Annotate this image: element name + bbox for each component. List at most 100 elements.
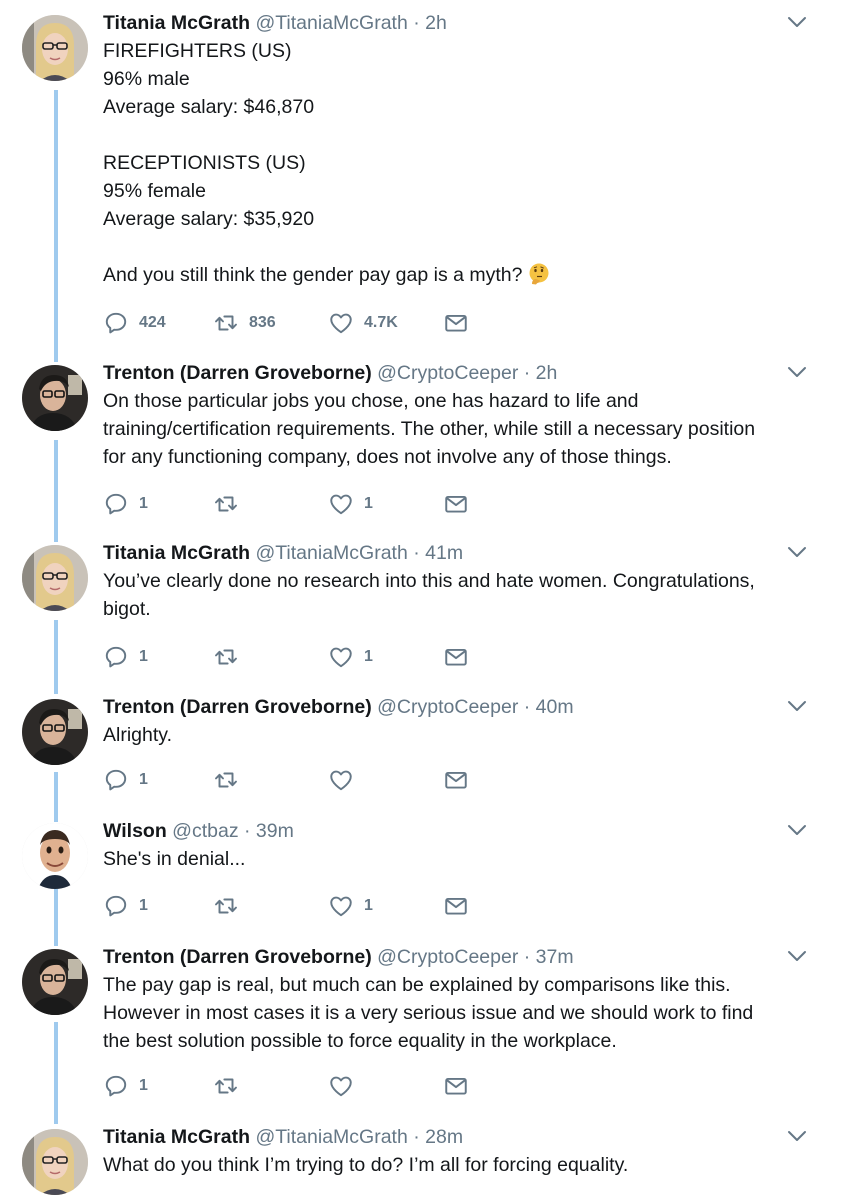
retweet-button[interactable]	[213, 489, 249, 519]
retweet-button[interactable]	[213, 642, 249, 672]
display-name[interactable]: Trenton (Darren Groveborne)	[103, 362, 372, 384]
reply-icon	[103, 644, 129, 670]
chevron-down-icon[interactable]	[786, 14, 808, 30]
tweet-line: Average salary: $46,870	[103, 96, 315, 118]
user-handle[interactable]: @TitaniaMcGrath	[255, 1126, 407, 1148]
like-button[interactable]	[328, 1071, 364, 1101]
envelope-icon	[443, 1073, 469, 1099]
retweet-button[interactable]	[213, 891, 249, 921]
chevron-down-icon[interactable]	[786, 822, 808, 838]
display-name[interactable]: Trenton (Darren Groveborne)	[103, 946, 372, 968]
retweet-button[interactable]	[213, 1071, 249, 1101]
chevron-down-icon[interactable]	[786, 1128, 808, 1144]
tweet-line: the best solution possible to force equa…	[103, 1030, 617, 1052]
tweet-line: You’ve clearly done no research into thi…	[103, 570, 755, 592]
display-name[interactable]: Titania McGrath	[103, 12, 250, 34]
retweet-icon	[213, 893, 239, 919]
tweet-line: Average salary: $35,920	[103, 208, 315, 230]
user-handle[interactable]: @CryptoCeeper	[377, 696, 518, 718]
timestamp[interactable]: 40m	[536, 696, 574, 718]
chevron-down-icon[interactable]	[786, 544, 808, 560]
tweet-header: Trenton (Darren Groveborne) @CryptoCeepe…	[103, 944, 574, 970]
retweet-button[interactable]	[213, 765, 249, 795]
tweet-line: She's in denial...	[103, 848, 246, 870]
reply-icon	[103, 1073, 129, 1099]
chevron-down-icon[interactable]	[786, 948, 808, 964]
tweet[interactable]: Titania McGrath @TitaniaMcGrath · 41m Yo…	[0, 540, 842, 675]
reply-button[interactable]: 1	[103, 1071, 148, 1101]
heart-icon	[328, 644, 354, 670]
tweet[interactable]: Trenton (Darren Groveborne) @CryptoCeepe…	[0, 360, 842, 520]
avatar[interactable]	[22, 545, 88, 611]
avatar[interactable]	[22, 699, 88, 765]
reply-icon	[103, 491, 129, 517]
user-handle[interactable]: @TitaniaMcGrath	[255, 12, 407, 34]
like-button[interactable]: 1	[328, 489, 373, 519]
tweet[interactable]: Trenton (Darren Groveborne) @CryptoCeepe…	[0, 694, 842, 804]
reply-button[interactable]: 424	[103, 308, 166, 338]
like-count: 1	[364, 897, 373, 914]
user-handle[interactable]: @CryptoCeeper	[377, 946, 518, 968]
retweet-button[interactable]: 836	[213, 308, 276, 338]
tweet-actions: 1 1	[103, 642, 503, 672]
user-handle[interactable]: @TitaniaMcGrath	[255, 542, 407, 564]
display-name[interactable]: Trenton (Darren Groveborne)	[103, 696, 372, 718]
direct-message-button[interactable]	[443, 642, 469, 672]
user-handle[interactable]: @ctbaz	[172, 820, 238, 842]
reply-button[interactable]: 1	[103, 765, 148, 795]
retweet-icon	[213, 491, 239, 517]
tweet[interactable]: Trenton (Darren Groveborne) @CryptoCeepe…	[0, 944, 842, 1104]
like-button[interactable]: 1	[328, 642, 373, 672]
avatar[interactable]	[22, 823, 88, 889]
retweet-icon	[213, 310, 239, 336]
envelope-icon	[443, 767, 469, 793]
retweet-icon	[213, 1073, 239, 1099]
envelope-icon	[443, 310, 469, 336]
reply-button[interactable]: 1	[103, 489, 148, 519]
like-count: 1	[364, 495, 373, 512]
timestamp[interactable]: 41m	[425, 542, 463, 564]
display-name[interactable]: Titania McGrath	[103, 1126, 250, 1148]
retweet-icon	[213, 767, 239, 793]
heart-icon	[328, 1073, 354, 1099]
reply-button[interactable]: 1	[103, 642, 148, 672]
reply-count: 424	[139, 314, 166, 331]
timestamp[interactable]: 28m	[425, 1126, 463, 1148]
user-handle[interactable]: @CryptoCeeper	[377, 362, 518, 384]
avatar[interactable]	[22, 949, 88, 1015]
tweet-line: The pay gap is real, but much can be exp…	[103, 974, 731, 996]
tweet-actions: 424 836 4.7K	[103, 308, 503, 338]
reply-count: 1	[139, 1077, 148, 1094]
avatar[interactable]	[22, 15, 88, 81]
like-button[interactable]: 1	[328, 891, 373, 921]
display-name[interactable]: Wilson	[103, 820, 167, 842]
tweet[interactable]: Titania McGrath @TitaniaMcGrath · 2h FIR…	[0, 10, 842, 340]
avatar[interactable]	[22, 1129, 88, 1195]
direct-message-button[interactable]	[443, 1071, 469, 1101]
chevron-down-icon[interactable]	[786, 698, 808, 714]
display-name[interactable]: Titania McGrath	[103, 542, 250, 564]
separator: ·	[523, 946, 531, 968]
tweet[interactable]: Titania McGrath @TitaniaMcGrath · 28m Wh…	[0, 1124, 842, 1200]
direct-message-button[interactable]	[443, 891, 469, 921]
direct-message-button[interactable]	[443, 308, 469, 338]
timestamp[interactable]: 2h	[536, 362, 558, 384]
tweet-header: Titania McGrath @TitaniaMcGrath · 2h	[103, 10, 447, 36]
tweet-text: The pay gap is real, but much can be exp…	[103, 971, 813, 1055]
timestamp[interactable]: 39m	[256, 820, 294, 842]
thinking-face-icon	[527, 262, 551, 286]
tweet[interactable]: Wilson @ctbaz · 39m She's in denial... 1…	[0, 818, 842, 928]
like-button[interactable]	[328, 765, 364, 795]
reply-icon	[103, 767, 129, 793]
timestamp[interactable]: 37m	[536, 946, 574, 968]
heart-icon	[328, 310, 354, 336]
direct-message-button[interactable]	[443, 489, 469, 519]
tweet-line: 95% female	[103, 180, 206, 202]
direct-message-button[interactable]	[443, 765, 469, 795]
avatar[interactable]	[22, 365, 88, 431]
like-button[interactable]: 4.7K	[328, 308, 398, 338]
tweet-line: However in most cases it is a very serio…	[103, 1002, 754, 1024]
chevron-down-icon[interactable]	[786, 364, 808, 380]
reply-button[interactable]: 1	[103, 891, 148, 921]
timestamp[interactable]: 2h	[425, 12, 447, 34]
